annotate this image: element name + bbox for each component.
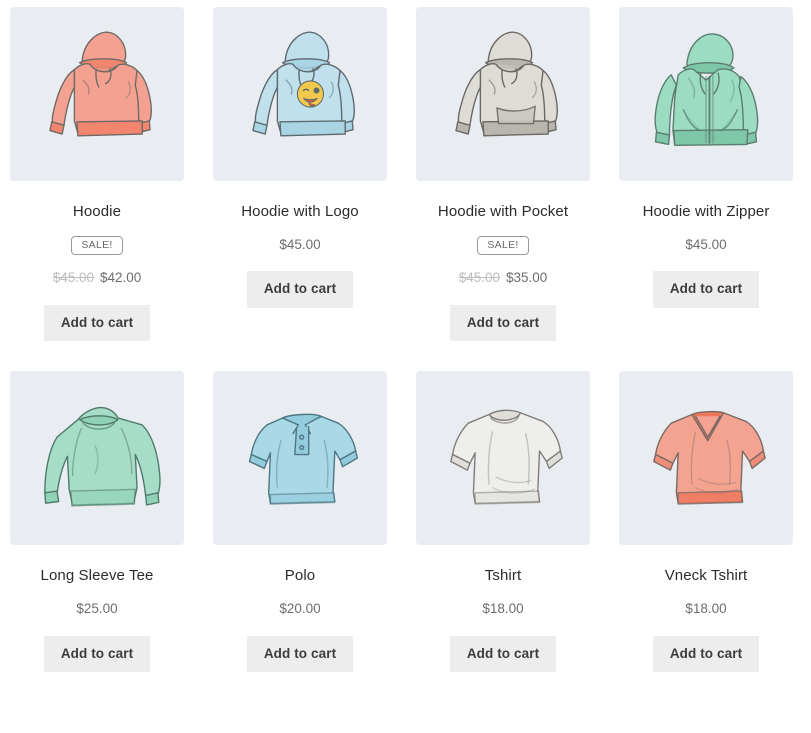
add-to-cart-button[interactable]: Add to cart xyxy=(43,635,151,673)
product-card[interactable]: Hoodie with Pocket SALE! $45.00 $35.00 Add t… xyxy=(416,7,590,342)
product-title[interactable]: Vneck Tshirt xyxy=(619,567,793,586)
product-card[interactable]: Tshirt $18.00 Add to cart xyxy=(416,371,590,673)
product-title[interactable]: Hoodie xyxy=(10,203,184,222)
product-card[interactable]: Long Sleeve Tee $25.00 Add to cart xyxy=(10,371,184,673)
product-price: $18.00 xyxy=(416,600,590,618)
product-image[interactable] xyxy=(10,371,184,546)
add-to-cart-button[interactable]: Add to cart xyxy=(652,635,760,673)
sale-price: $42.00 xyxy=(100,270,142,286)
product-price: $45.00 $35.00 xyxy=(416,269,590,287)
current-price: $20.00 xyxy=(279,601,321,617)
add-to-cart-button[interactable]: Add to cart xyxy=(43,304,151,342)
product-image[interactable] xyxy=(10,7,184,181)
product-title[interactable]: Hoodie with Zipper xyxy=(619,203,793,222)
current-price: $18.00 xyxy=(482,601,524,617)
product-card[interactable]: Hoodie with Logo $45.00 Add to cart xyxy=(213,7,387,341)
add-to-cart-button[interactable]: Add to cart xyxy=(449,304,557,342)
add-to-cart-button[interactable]: Add to cart xyxy=(246,635,354,673)
product-grid: Hoodie SALE! $45.00 $42.00 Add to cart H… xyxy=(0,0,811,673)
product-title[interactable]: Hoodie with Logo xyxy=(213,203,387,222)
product-image[interactable] xyxy=(416,371,590,546)
regular-price: $45.00 xyxy=(52,270,94,286)
current-price: $18.00 xyxy=(685,601,727,617)
product-card[interactable]: Polo $20.00 Add to cart xyxy=(213,371,387,673)
add-to-cart-button[interactable]: Add to cart xyxy=(652,271,760,308)
product-card[interactable]: Hoodie with Zipper $45.00 Add to cart xyxy=(619,7,793,341)
sale-badge: SALE! xyxy=(477,235,529,256)
product-image[interactable] xyxy=(619,7,793,181)
product-price: $45.00 xyxy=(619,236,793,254)
product-price: $18.00 xyxy=(619,600,793,618)
product-image[interactable] xyxy=(213,7,387,181)
product-title[interactable]: Tshirt xyxy=(416,567,590,586)
product-card[interactable]: Hoodie SALE! $45.00 $42.00 Add to cart xyxy=(10,7,184,342)
product-title[interactable]: Hoodie with Pocket xyxy=(416,203,590,222)
product-price: $45.00 xyxy=(213,236,387,254)
current-price: $45.00 xyxy=(279,236,321,252)
product-title[interactable]: Long Sleeve Tee xyxy=(10,567,184,586)
sale-price: $35.00 xyxy=(506,270,548,286)
product-price: $45.00 $42.00 xyxy=(10,269,184,287)
add-to-cart-button[interactable]: Add to cart xyxy=(449,635,557,673)
product-image[interactable] xyxy=(416,7,590,181)
product-price: $25.00 xyxy=(10,600,184,618)
product-price: $20.00 xyxy=(213,600,387,618)
regular-price: $45.00 xyxy=(458,270,500,286)
add-to-cart-button[interactable]: Add to cart xyxy=(246,271,354,308)
product-title[interactable]: Polo xyxy=(213,567,387,586)
current-price: $25.00 xyxy=(76,601,118,617)
product-image[interactable] xyxy=(213,371,387,546)
current-price: $45.00 xyxy=(685,236,727,252)
sale-badge: SALE! xyxy=(71,235,123,256)
product-card[interactable]: Vneck Tshirt $18.00 Add to cart xyxy=(619,371,793,673)
product-image[interactable] xyxy=(619,371,793,546)
